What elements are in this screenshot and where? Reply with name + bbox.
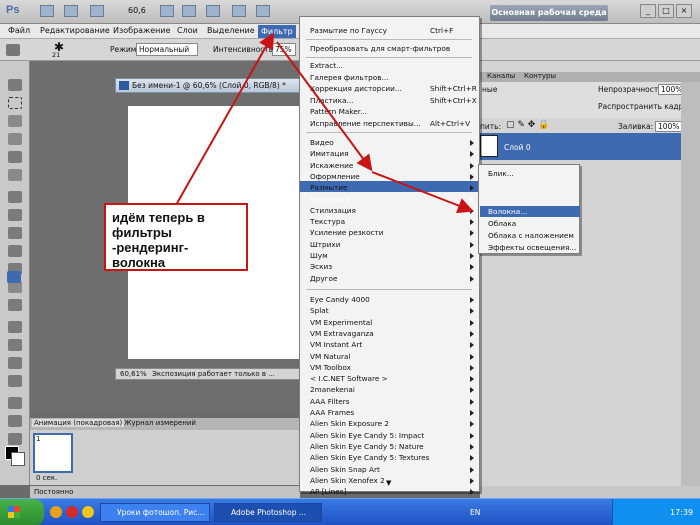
arrow-to-render-item: [276, 41, 373, 172]
start-button[interactable]: [0, 499, 44, 525]
windows-taskbar: Уроки фотошоп. Рис... Adobe Photoshop ..…: [0, 498, 700, 525]
language-indicator[interactable]: EN: [470, 508, 480, 517]
annotation-line-1: идём теперь в: [112, 210, 205, 225]
taskbar-item-photoshop[interactable]: Adobe Photoshop ...: [214, 503, 322, 522]
annotation-line-3: -рендеринг-волокна: [112, 240, 189, 270]
quicklaunch-icon[interactable]: [50, 506, 62, 518]
explorer-icon[interactable]: [82, 506, 94, 518]
annotation-note: идём теперь в фильтры -рендеринг-волокна: [104, 203, 248, 271]
photoshop-window: Ps 60,6 Основная рабочая среда _ □ × Фай…: [0, 0, 700, 525]
clock[interactable]: 17:39: [670, 508, 693, 517]
arrow-to-fibers-item: [371, 171, 474, 214]
arrow-to-filter-menu: [175, 32, 274, 206]
windows-logo-icon: [8, 506, 20, 518]
annotation-line-2: фильтры: [112, 225, 172, 240]
opera-icon[interactable]: [66, 506, 78, 518]
taskbar-item-browser[interactable]: Уроки фотошоп. Рис...: [100, 503, 210, 522]
